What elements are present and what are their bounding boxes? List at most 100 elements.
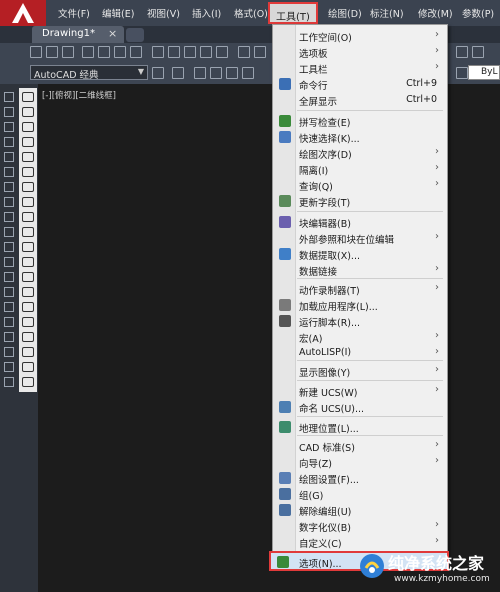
- line-icon[interactable]: [22, 92, 34, 102]
- menu-item-11[interactable]: 块编辑器(B): [275, 214, 445, 230]
- menu-tools[interactable]: 工具(T): [268, 2, 318, 24]
- menu-edit[interactable]: 编辑(E): [102, 6, 134, 20]
- modify-tool-icon[interactable]: [4, 317, 14, 327]
- menu-item-16[interactable]: 加载应用程序(L)...: [275, 297, 445, 313]
- menu-item-26[interactable]: 绘图设置(F)...: [275, 470, 445, 486]
- table-icon[interactable]: [22, 347, 34, 357]
- menu-item-24[interactable]: CAD 标准(S) ›: [275, 438, 445, 454]
- redo-icon[interactable]: [254, 46, 266, 58]
- menu-item-21[interactable]: 新建 UCS(W) ›: [275, 383, 445, 399]
- modify-tool-icon[interactable]: [4, 257, 14, 267]
- ellipse-arc-icon[interactable]: [22, 242, 34, 252]
- plot-icon[interactable]: [82, 46, 94, 58]
- modify-tool-icon[interactable]: [4, 92, 14, 102]
- modify-tool-icon[interactable]: [4, 107, 14, 117]
- menu-item-22[interactable]: 命名 UCS(U)...: [275, 399, 445, 415]
- menu-item-27[interactable]: 组(G): [275, 486, 445, 502]
- menu-format[interactable]: 格式(O): [234, 6, 268, 20]
- layer-color-icon[interactable]: [242, 67, 254, 79]
- arc-icon[interactable]: [22, 167, 34, 177]
- polyline-icon[interactable]: [22, 122, 34, 132]
- spline-icon[interactable]: [22, 212, 34, 222]
- hatch-icon[interactable]: [22, 302, 34, 312]
- menu-item-28[interactable]: 解除编组(U): [275, 502, 445, 518]
- revision-cloud-icon[interactable]: [22, 197, 34, 207]
- modify-tool-icon[interactable]: [4, 122, 14, 132]
- ellipse-icon[interactable]: [22, 227, 34, 237]
- publish-icon[interactable]: [114, 46, 126, 58]
- modify-tool-icon[interactable]: [4, 272, 14, 282]
- plot-preview-icon[interactable]: [98, 46, 110, 58]
- add-selected-icon[interactable]: [22, 377, 34, 387]
- modify-tool-icon[interactable]: [4, 302, 14, 312]
- point-icon[interactable]: [22, 287, 34, 297]
- insert-block-icon[interactable]: [22, 257, 34, 267]
- copy-icon[interactable]: [168, 46, 180, 58]
- menu-item-23[interactable]: 地理位置(L)...: [275, 419, 445, 435]
- menu-draw[interactable]: 绘图(D): [328, 6, 362, 20]
- menu-item-17[interactable]: 运行脚本(R)...: [275, 313, 445, 329]
- menu-dimension[interactable]: 标注(N): [370, 6, 404, 20]
- menu-item-10[interactable]: 更新字段(T): [275, 193, 445, 209]
- menu-item-29[interactable]: 数字化仪(B) ›: [275, 518, 445, 534]
- modify-tool-icon[interactable]: [4, 167, 14, 177]
- menu-item-7[interactable]: 绘图次序(D) ›: [275, 145, 445, 161]
- menu-item-4[interactable]: 全屏显示 Ctrl+0: [275, 92, 445, 108]
- block-icon[interactable]: [216, 46, 228, 58]
- menu-item-25[interactable]: 向导(Z) ›: [275, 454, 445, 470]
- menu-view[interactable]: 视图(V): [147, 6, 180, 20]
- menu-item-1[interactable]: 选项板 ›: [275, 44, 445, 60]
- toolbar-icon[interactable]: [456, 46, 468, 58]
- modify-tool-icon[interactable]: [4, 182, 14, 192]
- workspace-select[interactable]: AutoCAD 经典 ▼: [30, 65, 148, 81]
- sun-icon[interactable]: [210, 67, 222, 79]
- new-tab-button[interactable]: [126, 28, 144, 42]
- toolbar-icon[interactable]: [456, 67, 468, 79]
- viewport-label[interactable]: [-][俯视][二维线框]: [42, 89, 116, 101]
- open-file-icon[interactable]: [46, 46, 58, 58]
- modify-tool-icon[interactable]: [4, 242, 14, 252]
- make-block-icon[interactable]: [22, 272, 34, 282]
- menu-item-9[interactable]: 查询(Q) ›: [275, 177, 445, 193]
- menu-item-3[interactable]: 命令行 Ctrl+9: [275, 76, 445, 92]
- light-bulb-icon[interactable]: [194, 67, 206, 79]
- layer-properties-icon[interactable]: [172, 67, 184, 79]
- modify-tool-icon[interactable]: [4, 377, 14, 387]
- modify-tool-icon[interactable]: [4, 197, 14, 207]
- menu-item-15[interactable]: 动作录制器(T) ›: [275, 281, 445, 297]
- menu-insert[interactable]: 插入(I): [192, 6, 221, 20]
- modify-tool-icon[interactable]: [4, 212, 14, 222]
- menu-parameters[interactable]: 参数(P): [462, 6, 494, 20]
- new-file-icon[interactable]: [30, 46, 42, 58]
- menu-item-5[interactable]: 拼写检查(E): [275, 113, 445, 129]
- paste-icon[interactable]: [184, 46, 196, 58]
- modify-tool-icon[interactable]: [4, 137, 14, 147]
- mtext-icon[interactable]: [22, 362, 34, 372]
- match-properties-icon[interactable]: [200, 46, 212, 58]
- modify-tool-icon[interactable]: [4, 362, 14, 372]
- menu-item-6[interactable]: 快速选择(K)...: [275, 129, 445, 145]
- layer-select[interactable]: ByL: [468, 65, 500, 80]
- modify-tool-icon[interactable]: [4, 287, 14, 297]
- cut-icon[interactable]: [152, 46, 164, 58]
- menu-item-12[interactable]: 外部参照和块在位编辑 ›: [275, 230, 445, 246]
- settings-icon[interactable]: [152, 67, 164, 79]
- rectangle-icon[interactable]: [22, 152, 34, 162]
- menu-file[interactable]: 文件(F): [58, 6, 90, 20]
- save-icon[interactable]: [62, 46, 74, 58]
- menu-item-18[interactable]: 宏(A) ›: [275, 329, 445, 345]
- modify-tool-icon[interactable]: [4, 227, 14, 237]
- gradient-icon[interactable]: [22, 317, 34, 327]
- 3d-print-icon[interactable]: [130, 46, 142, 58]
- menu-item-13[interactable]: 数据提取(X)...: [275, 246, 445, 262]
- autocad-logo[interactable]: [0, 0, 46, 26]
- menu-item-14[interactable]: 数据链接 ›: [275, 262, 445, 278]
- modify-tool-icon[interactable]: [4, 347, 14, 357]
- polygon-icon[interactable]: [22, 137, 34, 147]
- undo-icon[interactable]: [238, 46, 250, 58]
- menu-item-8[interactable]: 隔离(I) ›: [275, 161, 445, 177]
- modify-tool-icon[interactable]: [4, 152, 14, 162]
- menu-item-0[interactable]: 工作空间(O) ›: [275, 28, 445, 44]
- close-icon[interactable]: ×: [108, 27, 117, 40]
- help-icon[interactable]: [472, 46, 484, 58]
